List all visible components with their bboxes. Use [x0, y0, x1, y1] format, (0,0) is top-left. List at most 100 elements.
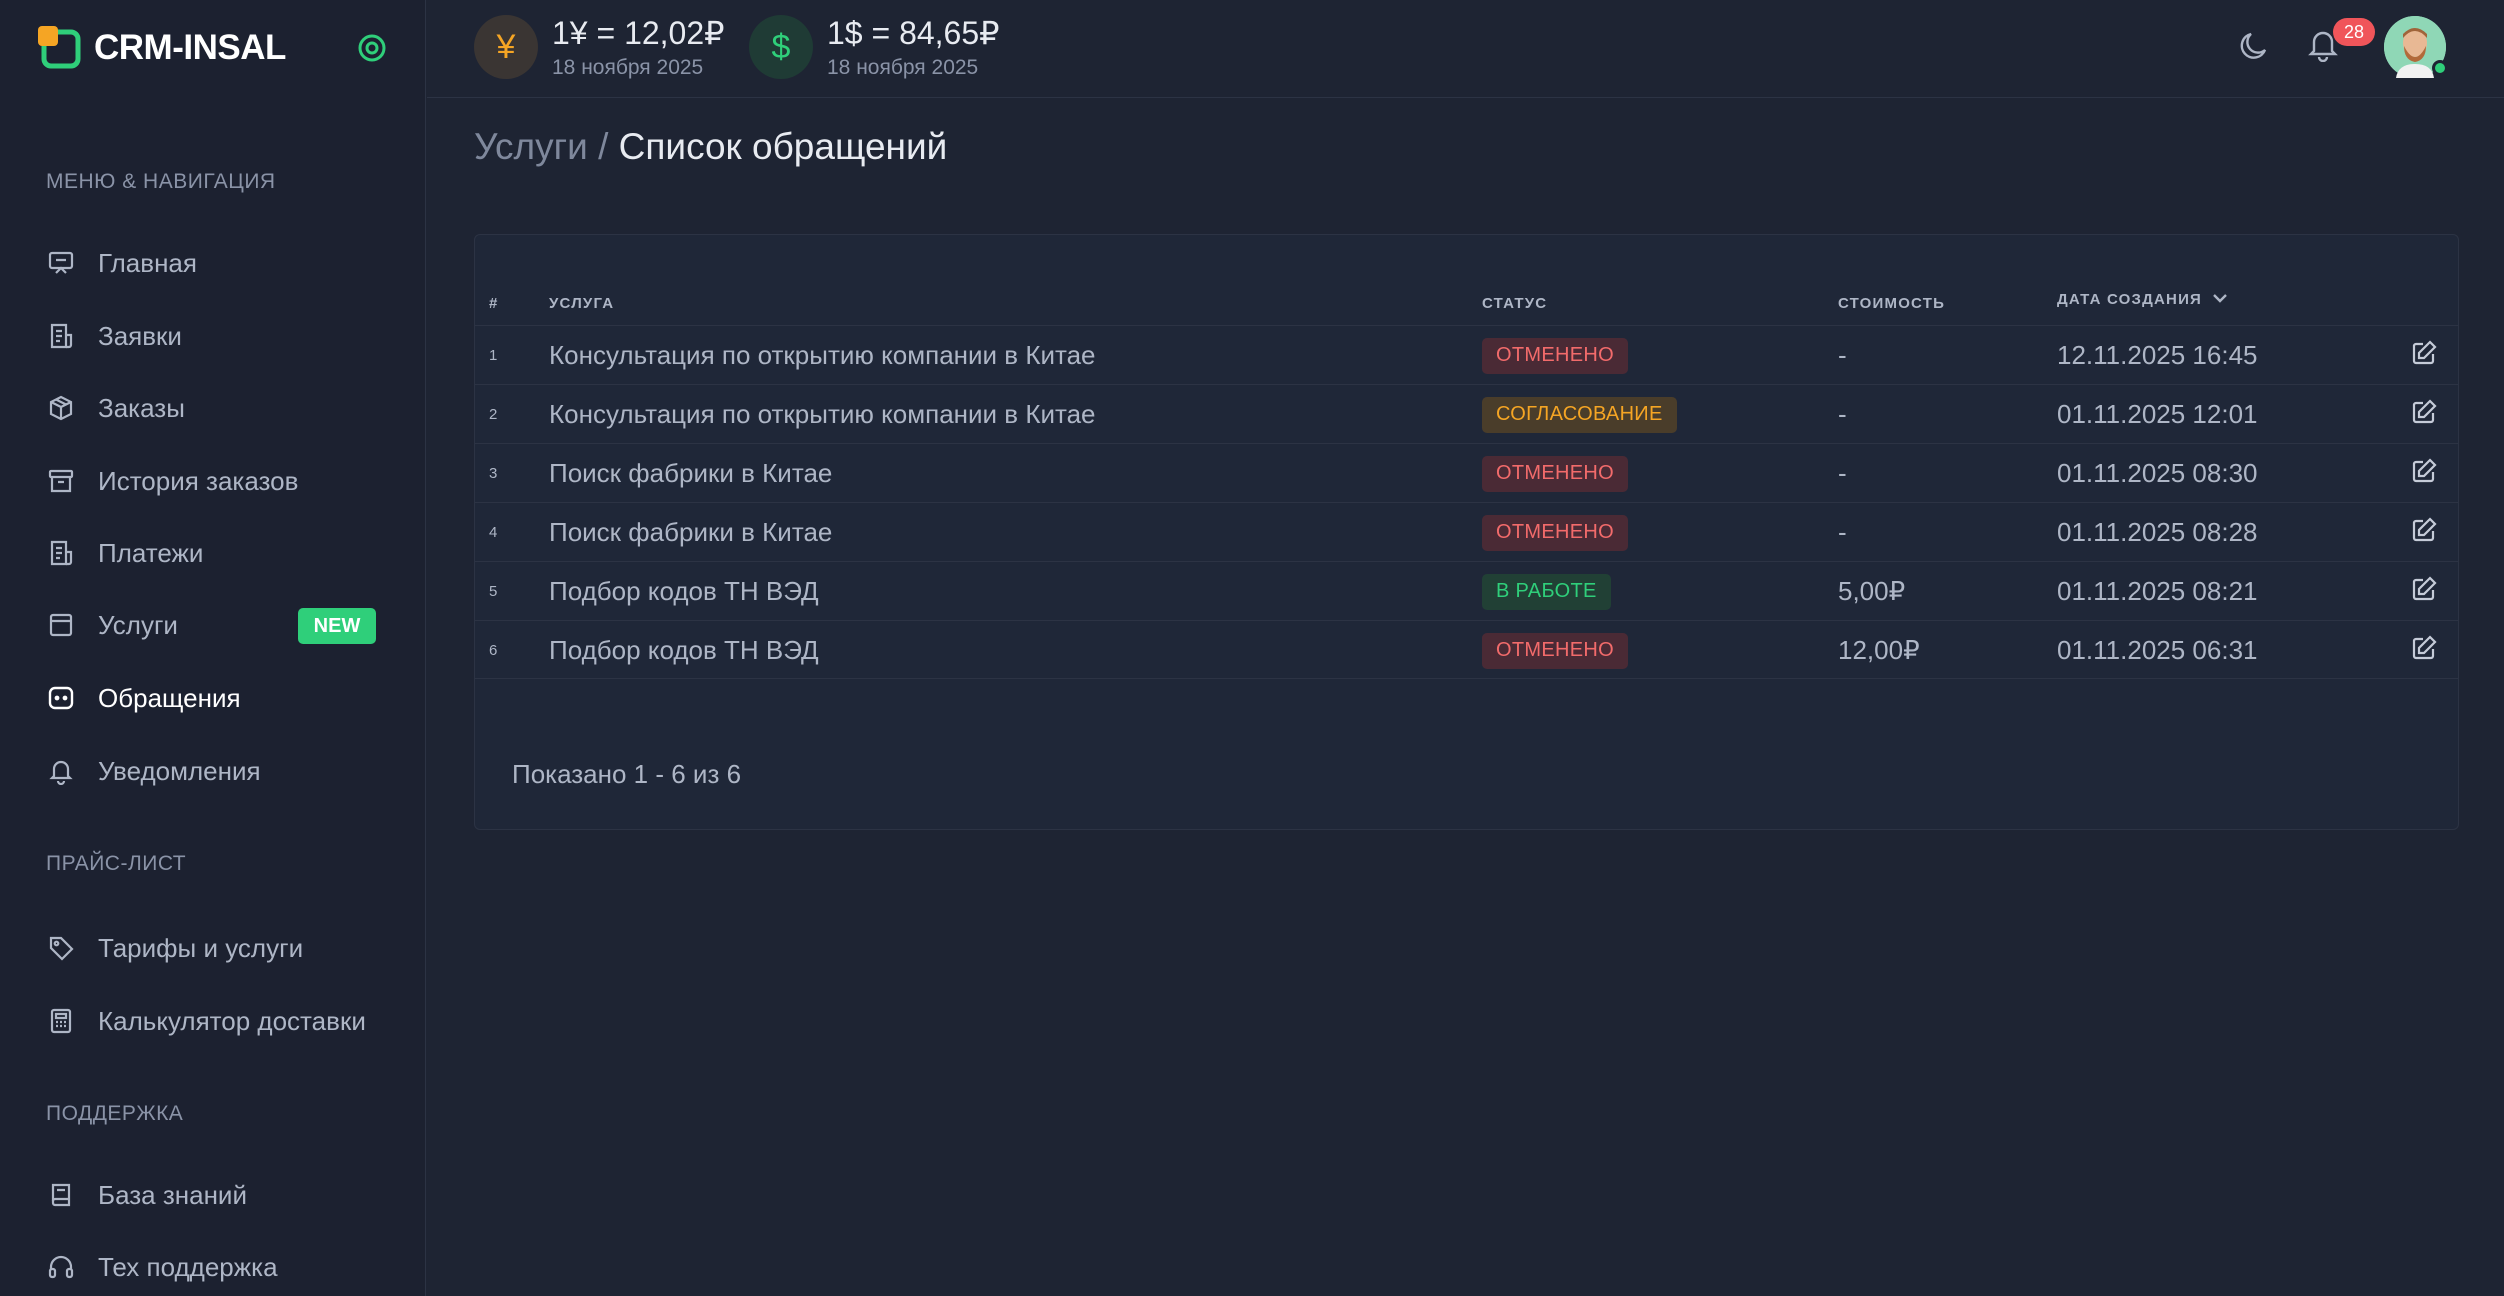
rate-usd: $ 1$ = 84,65₽ 18 ноября 2025 — [749, 14, 1000, 80]
page-title: Список обращений — [618, 126, 948, 167]
created-date: 01.11.2025 06:31 — [2057, 635, 2258, 665]
service-name: Подбор кодов ТН ВЭД — [549, 635, 819, 665]
notification-count-badge: 28 — [2333, 18, 2375, 46]
edit-icon — [2411, 340, 2437, 371]
sidebar-item-home[interactable]: Главная — [46, 241, 376, 285]
sidebar-item-label: Тарифы и услуги — [98, 932, 304, 963]
edit-button[interactable] — [2409, 385, 2439, 444]
service-name: Консультация по открытию компании в Кита… — [549, 399, 1096, 429]
status-cell: СОГЛАСОВАНИЕ — [1482, 385, 1677, 444]
column-header-cost: СТОИМОСТЬ — [1838, 295, 1946, 312]
column-header-status: СТАТУС — [1482, 295, 1548, 312]
row-number: 4 — [489, 524, 498, 541]
created-date: 01.11.2025 08:28 — [2057, 517, 2258, 547]
sidebar-item-label: Обращения — [98, 682, 241, 713]
cost-value: - — [1838, 517, 1847, 547]
yuan-icon: ¥ — [474, 15, 538, 79]
logo-mark-icon — [38, 26, 82, 70]
pagination-info: Показано 1 - 6 из 6 — [512, 759, 742, 789]
cost-value: - — [1838, 399, 1847, 429]
sidebar-item-label: Уведомления — [98, 755, 261, 786]
status-badge: ОТМЕНЕНО — [1482, 632, 1628, 669]
status-badge: ОТМЕНЕНО — [1482, 455, 1628, 492]
edit-button[interactable] — [2409, 621, 2439, 680]
edit-icon — [2411, 458, 2437, 489]
sidebar-toggle-icon[interactable] — [356, 32, 388, 64]
theme-toggle-moon-icon[interactable] — [2235, 26, 2275, 66]
sidebar-item-label: Платежи — [98, 537, 204, 568]
row-number: 2 — [489, 406, 498, 423]
status-cell: ОТМЕНЕНО — [1482, 503, 1628, 562]
edit-button[interactable] — [2409, 444, 2439, 503]
rate-value: 1$ = 84,65₽ — [827, 15, 1000, 51]
sidebar-item-services[interactable]: Услуги NEW — [46, 603, 376, 647]
table-row[interactable]: 4 Поиск фабрики в Китае ОТМЕНЕНО - 01.11.202… — [475, 502, 2458, 561]
chevron-down-icon — [2212, 291, 2228, 308]
sidebar-item-label: Главная — [98, 247, 197, 278]
table-row[interactable]: 6 Подбор кодов ТН ВЭД ОТМЕНЕНО 12,00₽ 01.11.… — [475, 620, 2458, 679]
archive-icon — [46, 466, 76, 496]
table-row[interactable]: 3 Поиск фабрики в Китае ОТМЕНЕНО - 01.11.202… — [475, 443, 2458, 502]
cost-value: 12,00₽ — [1838, 635, 1920, 665]
section-title-support: ПОДДЕРЖКА — [46, 1102, 184, 1125]
receipt-icon — [46, 538, 76, 568]
status-cell: ОТМЕНЕНО — [1482, 326, 1628, 385]
row-number: 6 — [489, 642, 498, 659]
section-title-menu: МЕНЮ & НАВИГАЦИЯ — [46, 170, 276, 193]
sidebar-item-payments[interactable]: Платежи — [46, 531, 376, 575]
sidebar-item-delivery-calculator[interactable]: Калькулятор доставки — [46, 999, 376, 1043]
sidebar-item-tickets[interactable]: Обращения — [46, 676, 376, 720]
sidebar-item-tech-support[interactable]: Тех поддержка — [46, 1245, 376, 1289]
top-header: ¥ 1¥ = 12,02₽ 18 ноября 2025 $ 1$ = 84,6… — [427, 0, 2504, 98]
column-header-num: # — [489, 295, 499, 312]
status-cell: ОТМЕНЕНО — [1482, 444, 1628, 503]
cost-value: - — [1838, 458, 1847, 488]
table-row[interactable]: 1 Консультация по открытию компании в Кит… — [475, 325, 2458, 384]
sidebar-item-order-history[interactable]: История заказов — [46, 459, 376, 503]
status-cell: В РАБОТЕ — [1482, 562, 1611, 621]
sidebar-item-tariffs[interactable]: Тарифы и услуги — [46, 926, 376, 970]
online-status-dot — [2432, 60, 2448, 76]
dollar-icon: $ — [749, 15, 813, 79]
column-header-date-sort[interactable]: ДАТА СОЗДАНИЯ — [2057, 291, 2228, 308]
bell-icon — [46, 756, 76, 786]
service-name: Подбор кодов ТН ВЭД — [549, 576, 819, 606]
new-badge: NEW — [298, 608, 376, 644]
edit-button[interactable] — [2409, 326, 2439, 385]
cost-value: - — [1838, 340, 1847, 370]
table-row[interactable]: 5 Подбор кодов ТН ВЭД В РАБОТЕ 5,00₽ 01.11.2… — [475, 561, 2458, 620]
logo[interactable]: CRM-INSAL — [38, 26, 286, 70]
tickets-table-card: # УСЛУГА СТАТУС СТОИМОСТЬ ДАТА СОЗДАНИЯ … — [474, 234, 2459, 830]
breadcrumb-separator: / — [587, 126, 619, 167]
brand-name: CRM-INSAL — [94, 28, 286, 67]
sidebar-item-knowledge-base[interactable]: База знаний — [46, 1173, 376, 1217]
sidebar-item-label: Тех поддержка — [98, 1251, 278, 1282]
edit-icon — [2411, 399, 2437, 430]
edit-icon — [2411, 517, 2437, 548]
sidebar: CRM-INSAL МЕНЮ & НАВИГАЦИЯ Главная Заявк… — [0, 0, 426, 1296]
created-date: 01.11.2025 08:21 — [2057, 576, 2258, 606]
row-number: 3 — [489, 465, 498, 482]
sidebar-item-requests[interactable]: Заявки — [46, 314, 376, 358]
breadcrumb: Услуги / Список обращений — [474, 126, 947, 168]
cost-value: 5,00₽ — [1838, 576, 1906, 606]
rate-value: 1¥ = 12,02₽ — [552, 15, 725, 51]
rate-date: 18 ноября 2025 — [552, 56, 704, 79]
sidebar-item-notifications[interactable]: Уведомления — [46, 749, 376, 793]
table-row[interactable]: 2 Консультация по открытию компании в Кит… — [475, 384, 2458, 443]
status-badge: СОГЛАСОВАНИЕ — [1482, 396, 1677, 433]
sidebar-item-label: Заказы — [98, 392, 185, 423]
breadcrumb-parent[interactable]: Услуги — [474, 126, 588, 167]
headset-icon — [46, 1252, 76, 1282]
edit-button[interactable] — [2409, 503, 2439, 562]
edit-icon — [2411, 635, 2437, 666]
sidebar-item-orders[interactable]: Заказы — [46, 386, 376, 430]
chat-icon — [46, 683, 76, 713]
edit-button[interactable] — [2409, 562, 2439, 621]
column-header-date: ДАТА СОЗДАНИЯ — [2057, 291, 2203, 308]
avatar[interactable] — [2384, 16, 2448, 78]
notifications-button[interactable]: 28 — [2303, 18, 2375, 66]
sidebar-item-label: База знаний — [98, 1179, 247, 1210]
window-icon — [46, 610, 76, 640]
book-icon — [46, 1180, 76, 1210]
